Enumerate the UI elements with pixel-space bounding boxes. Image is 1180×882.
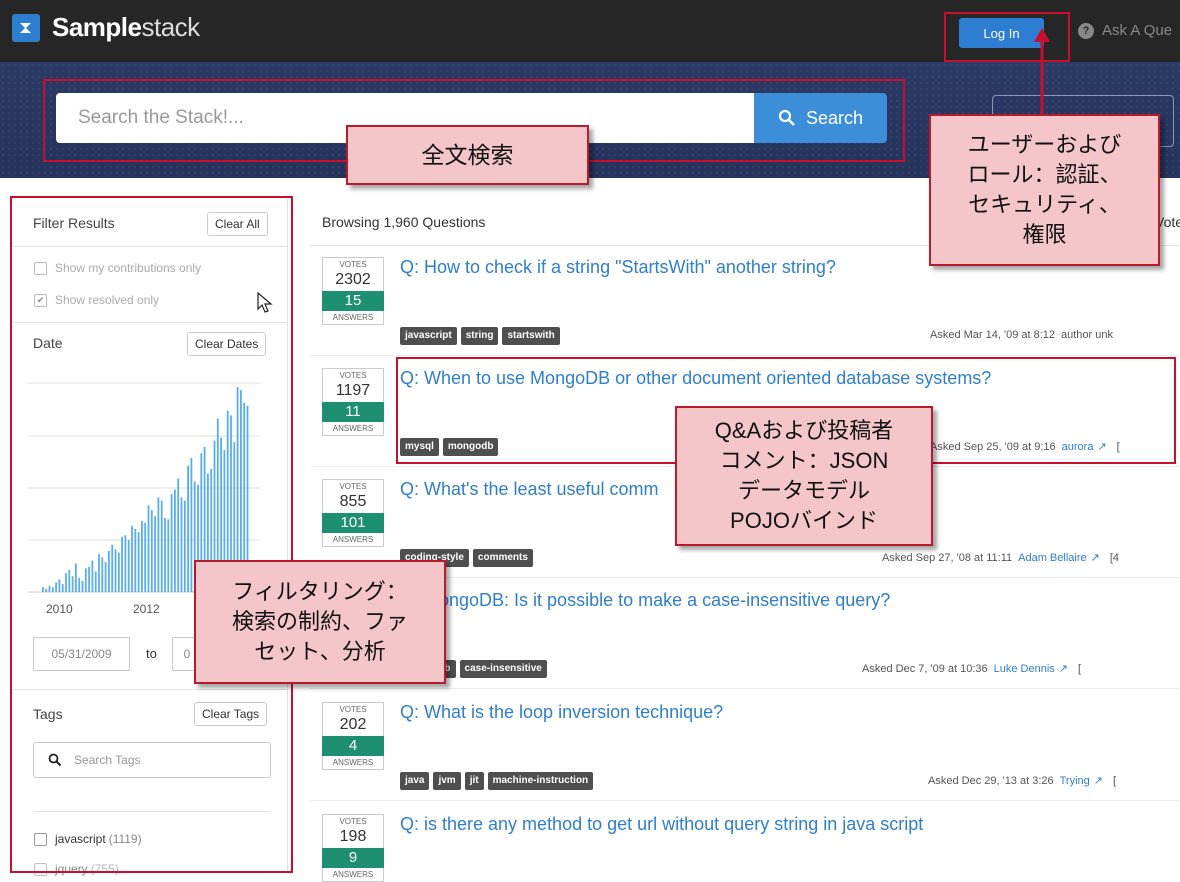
tag-badge[interactable]: string — [460, 327, 499, 345]
author-link[interactable]: Luke Dennis — [994, 663, 1055, 675]
external-link-icon[interactable]: ↗ — [1091, 552, 1100, 564]
answers-label: ANSWERS — [322, 756, 384, 770]
answer-count: 4 — [322, 736, 384, 756]
ask-question-label: Ask A Que — [1102, 22, 1173, 39]
annotation-arrow — [1034, 28, 1050, 118]
answers-label: ANSWERS — [322, 311, 384, 325]
logo-icon — [12, 13, 40, 42]
external-link-icon[interactable]: ↗ — [1059, 663, 1068, 675]
callout-line: ロール：認証、 — [967, 162, 1122, 187]
callout-line: コメント：JSON — [719, 448, 889, 473]
callout-line: POJOバインド — [730, 508, 878, 533]
tag-badge[interactable]: machine-instruction — [487, 772, 594, 790]
callout-qa: Q&Aおよび投稿者 コメント：JSON データモデル POJOバインド — [675, 406, 933, 546]
vote-count: 2302 — [322, 269, 384, 291]
author-link[interactable]: Adam Bellaire — [1018, 552, 1086, 564]
external-link-icon[interactable]: ↗ — [1094, 775, 1103, 787]
asked-info: Asked Sep 27, '08 at 11:11 Adam Bellaire ↗… — [882, 551, 1119, 564]
question-tags: java jvm jit machine-instruction — [400, 772, 597, 790]
question-title-link[interactable]: Q: What is the loop inversion technique? — [400, 702, 723, 723]
asked-date: Asked Sep 27, '08 at 11:11 — [882, 552, 1013, 564]
tag-badge[interactable]: case-insensitive — [459, 660, 547, 678]
question-tags: javascript string startswith — [400, 327, 564, 345]
answers-label: ANSWERS — [322, 533, 384, 547]
callout-line: セキュリティ、 — [968, 192, 1121, 217]
reputation-bracket: [4 — [1109, 552, 1120, 564]
tag-badge[interactable]: startswith — [502, 327, 560, 345]
vote-count: 202 — [322, 714, 384, 736]
callout-line: セット、分析 — [254, 639, 386, 664]
callout-line: 検索の制約、ファ — [231, 609, 408, 634]
callout-line: Q&Aおよび投稿者 — [714, 418, 894, 443]
author-link[interactable]: Trying — [1060, 775, 1090, 787]
callout-line: ユーザーおよび — [967, 132, 1122, 157]
asked-info: Asked Mar 14, '09 at 8:12 author unk — [930, 329, 1113, 341]
question-title-link[interactable]: Q: MongoDB: Is it possible to make a cas… — [400, 590, 890, 611]
app-logo[interactable]: Samplestack — [12, 12, 200, 43]
callout-auth: ユーザーおよび ロール：認証、 セキュリティ、 権限 — [929, 114, 1160, 266]
asked-date: Asked Mar 14, '09 at 8:12 — [930, 329, 1056, 341]
annotation-frame-filter — [10, 196, 293, 873]
asked-date: Asked Dec 7, '09 at 10:36 — [862, 663, 988, 675]
author-link[interactable]: author unk — [1061, 329, 1113, 341]
vote-count: 198 — [322, 826, 384, 848]
ask-question-link[interactable]: ? Ask A Que — [1078, 22, 1172, 39]
answer-count: 9 — [322, 848, 384, 868]
tag-badge[interactable]: javascript — [400, 327, 457, 345]
reputation-bracket: [ — [1078, 663, 1082, 675]
tag-badge[interactable]: java — [400, 772, 430, 790]
question-title-link[interactable]: Q: What's the least useful comm — [400, 479, 659, 500]
question-title-link[interactable]: Q: is there any method to get url withou… — [400, 814, 923, 835]
answer-count: 15 — [322, 291, 384, 311]
app-title: Samplestack — [52, 12, 200, 42]
callout-line: データモデル — [737, 478, 870, 503]
asked-info: Asked Dec 7, '09 at 10:36 Luke Dennis ↗ [ — [862, 662, 1081, 675]
answer-count: 101 — [322, 513, 384, 533]
tag-badge[interactable]: jvm — [433, 772, 461, 790]
question-title-link[interactable]: Q: How to check if a string "StartsWith"… — [400, 257, 836, 278]
answers-label: ANSWERS — [322, 422, 384, 436]
vote-count: 855 — [322, 491, 384, 513]
answers-label: ANSWERS — [322, 868, 384, 882]
question-icon: ? — [1078, 22, 1094, 39]
tag-badge[interactable]: comments — [472, 549, 533, 567]
callout-line: フィルタリング： — [232, 579, 408, 604]
asked-date: Asked Dec 29, '13 at 3:26 — [928, 775, 1054, 787]
callout-fulltext-search: 全文検索 — [346, 125, 589, 185]
reputation-bracket: [ — [1113, 775, 1117, 787]
callout-line: 権限 — [1022, 222, 1067, 247]
answer-count: 11 — [322, 402, 384, 422]
callout-filtering: フィルタリング： 検索の制約、ファ セット、分析 — [194, 560, 446, 684]
browsing-count: Browsing 1,960 Questions — [322, 214, 486, 230]
asked-info: Asked Dec 29, '13 at 3:26 Trying ↗ [ — [928, 774, 1116, 787]
tag-badge[interactable]: jit — [464, 772, 484, 790]
vote-count: 1197 — [322, 380, 384, 402]
